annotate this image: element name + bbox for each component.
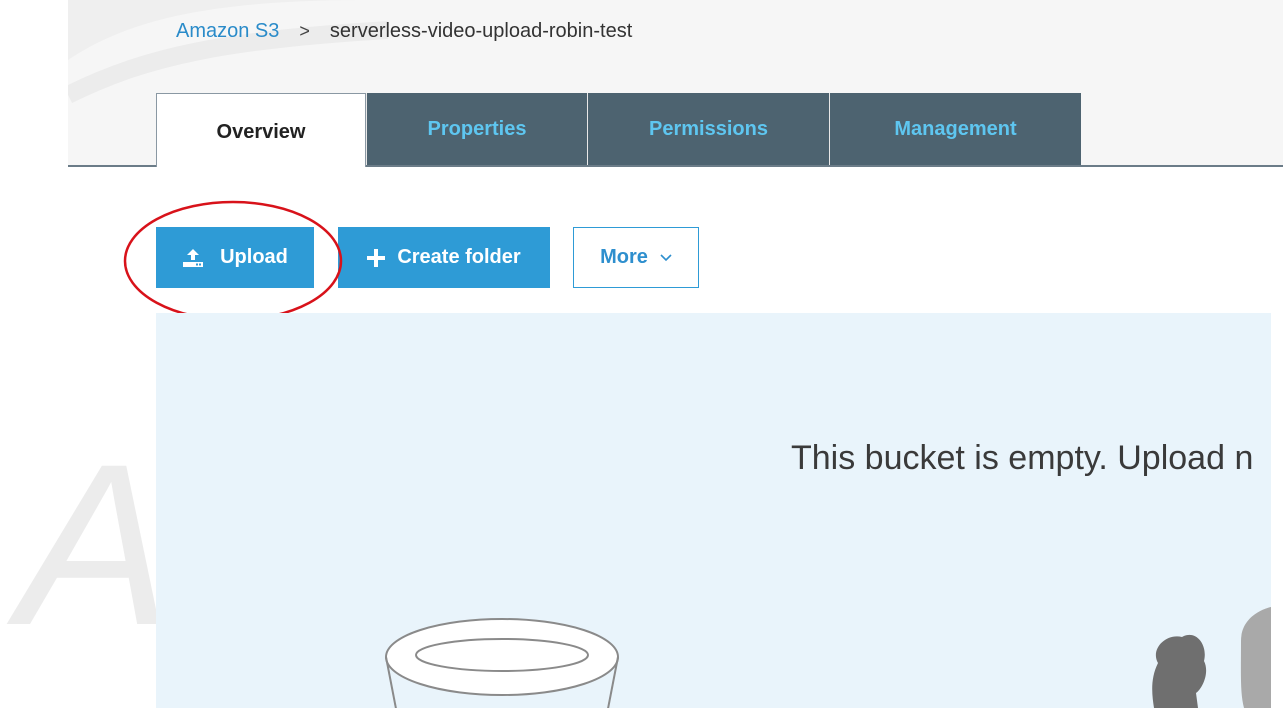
tab-overview-label: Overview (216, 121, 306, 143)
background-watermark-letter: A (18, 416, 172, 673)
tab-properties[interactable]: Properties (366, 93, 587, 165)
people-illustration-icon (1152, 607, 1271, 708)
more-button-label: More (600, 246, 648, 268)
breadcrumb-amazon-s3-link[interactable]: Amazon S3 (176, 20, 279, 42)
create-folder-button-label: Create folder (397, 246, 521, 268)
tab-management-label: Management (894, 117, 1017, 140)
create-folder-button[interactable]: Create folder (338, 227, 550, 288)
s3-bucket-page: A Amazon S3 > serverless-video-upload-robi… (0, 0, 1283, 708)
breadcrumb: Amazon S3 > serverless-video-upload-robin-… (176, 20, 632, 43)
breadcrumb-separator: > (299, 21, 310, 41)
empty-bucket-message: This bucket is empty. Upload n (791, 439, 1254, 477)
tab-bar: Overview Properties Permissions Manageme… (156, 93, 1081, 167)
upload-icon (182, 248, 204, 268)
more-dropdown-button[interactable]: More (573, 227, 699, 288)
bucket-illustration-icon (385, 618, 619, 708)
tab-properties-label: Properties (427, 117, 527, 140)
plus-icon (367, 248, 386, 267)
tab-management[interactable]: Management (829, 93, 1081, 165)
upload-button[interactable]: Upload (156, 227, 314, 288)
tab-overview[interactable]: Overview (156, 93, 366, 167)
upload-button-label: Upload (220, 246, 288, 268)
empty-bucket-panel: This bucket is empty. Upload n (156, 313, 1271, 708)
breadcrumb-bucket-name: serverless-video-upload-robin-test (329, 20, 633, 42)
tab-permissions-label: Permissions (649, 117, 768, 140)
tab-permissions[interactable]: Permissions (587, 93, 829, 165)
chevron-down-icon (660, 253, 672, 262)
